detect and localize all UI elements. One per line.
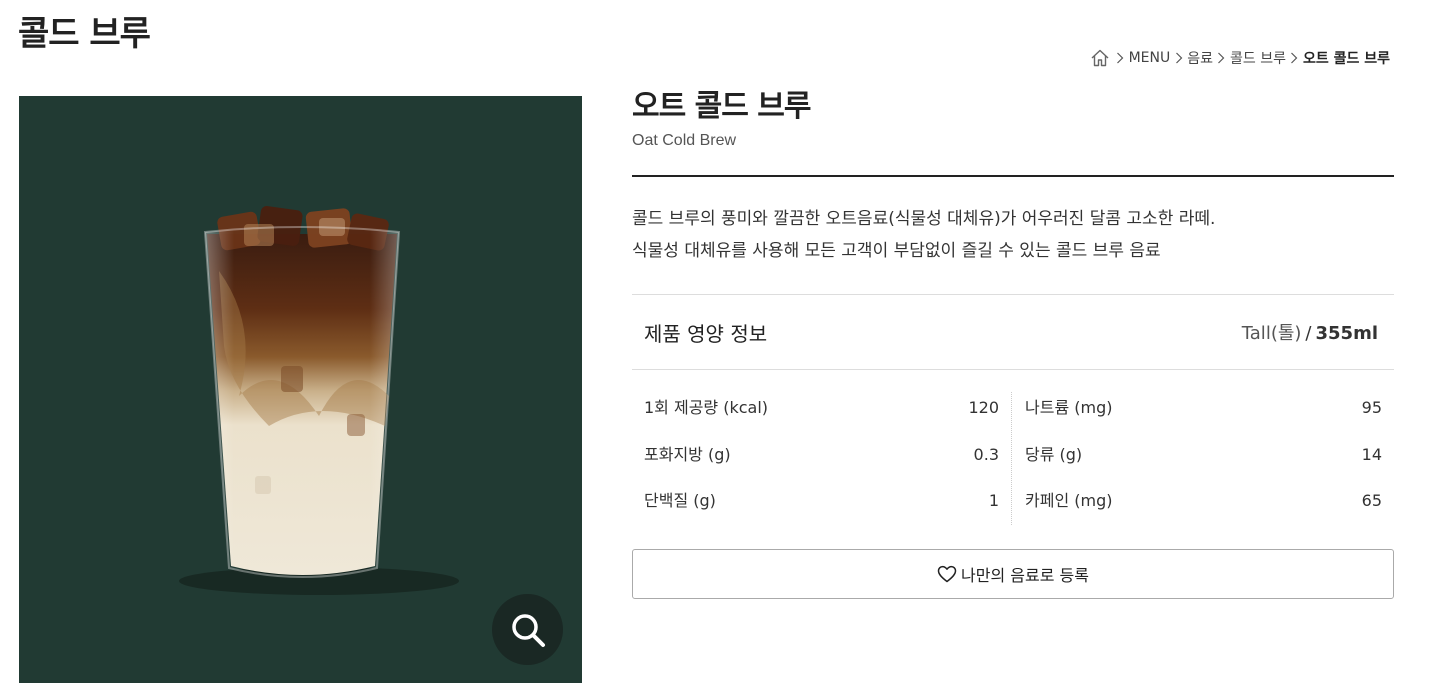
nutrition-value: 120 [968,398,999,417]
nutrition-value: 14 [1361,444,1382,464]
nutrition-row-sugar: 당류 (g) 14 [1025,439,1382,486]
size-label: Tall(톨) [1241,323,1302,344]
add-favorite-button[interactable]: 나만의 음료로 등록 [632,549,1394,599]
drink-illustration [179,206,459,595]
product-name: 오트 콜드 브루 [632,89,812,124]
divider [632,175,1394,177]
size-volume: 355ml [1315,323,1379,344]
nutrition-header: 제품 영양 정보 Tall(톨)/355ml [632,295,1394,370]
zoom-button[interactable] [492,594,563,665]
breadcrumb-item-cold-brew[interactable]: 콜드 브루 [1230,48,1286,68]
add-favorite-label: 나만의 음료로 등록 [961,566,1089,585]
nutrition-row-sodium: 나트륨 (mg) 95 [1025,392,1382,439]
nutrition-title: 제품 영양 정보 [644,321,768,346]
nutrition-label: 포화지방 (g) [644,444,731,464]
nutrition-value: 95 [1361,398,1382,417]
nutrition-label: 카페인 (mg) [1025,491,1113,510]
product-name-en: Oat Cold Brew [632,132,737,149]
search-icon [511,613,545,647]
page-title: 콜드 브루 [18,14,151,54]
breadcrumb-home[interactable] [1090,48,1110,68]
nutrition-size: Tall(톨)/355ml [1242,319,1378,345]
nutrition-value: 0.3 [973,444,999,464]
description-line: 식물성 대체유를 사용해 모든 고객이 부담없이 즐길 수 있는 콜드 브루 음… [632,241,1161,261]
home-icon [1091,49,1109,67]
size-separator: / [1305,323,1312,344]
nutrition-column-left: 1회 제공량 (kcal) 120 포화지방 (g) 0.3 단백질 (g) 1 [632,392,1012,525]
nutrition-label: 나트륨 (mg) [1025,398,1113,417]
breadcrumb: MENU 음료 콜드 브루 오트 콜드 브루 [1090,48,1390,68]
nutrition-value: 65 [1361,491,1382,510]
nutrition-label: 단백질 (g) [644,491,716,510]
nutrition-row-caffeine: 카페인 (mg) 65 [1025,485,1382,525]
heart-icon [937,565,957,583]
breadcrumb-item-beverage[interactable]: 음료 [1187,48,1213,68]
nutrition-column-right: 나트륨 (mg) 95 당류 (g) 14 카페인 (mg) 65 [1012,392,1394,525]
nutrition-row-saturated-fat: 포화지방 (g) 0.3 [644,439,999,486]
nutrition-table: 1회 제공량 (kcal) 120 포화지방 (g) 0.3 단백질 (g) 1… [632,370,1394,525]
chevron-right-icon [1115,52,1126,64]
breadcrumb-current: 오트 콜드 브루 [1302,51,1390,67]
nutrition-label: 당류 (g) [1025,444,1083,464]
product-image [19,96,582,683]
nutrition-row-kcal: 1회 제공량 (kcal) 120 [644,392,999,439]
product-info: 오트 콜드 브루 Oat Cold Brew 콜드 브루의 풍미와 깔끔한 오트… [632,86,1394,599]
nutrition-label: 1회 제공량 (kcal) [644,398,769,417]
chevron-right-icon [1173,52,1184,64]
nutrition-value: 1 [988,491,999,510]
chevron-right-icon [1216,52,1227,64]
nutrition-row-protein: 단백질 (g) 1 [644,485,999,525]
description-line: 콜드 브루의 풍미와 깔끔한 오트음료(식물성 대체유)가 어우러진 달콤 고소… [632,209,1216,229]
breadcrumb-item-menu[interactable]: MENU [1129,50,1171,66]
product-description: 콜드 브루의 풍미와 깔끔한 오트음료(식물성 대체유)가 어우러진 달콤 고소… [632,203,1394,267]
chevron-right-icon [1289,52,1300,64]
